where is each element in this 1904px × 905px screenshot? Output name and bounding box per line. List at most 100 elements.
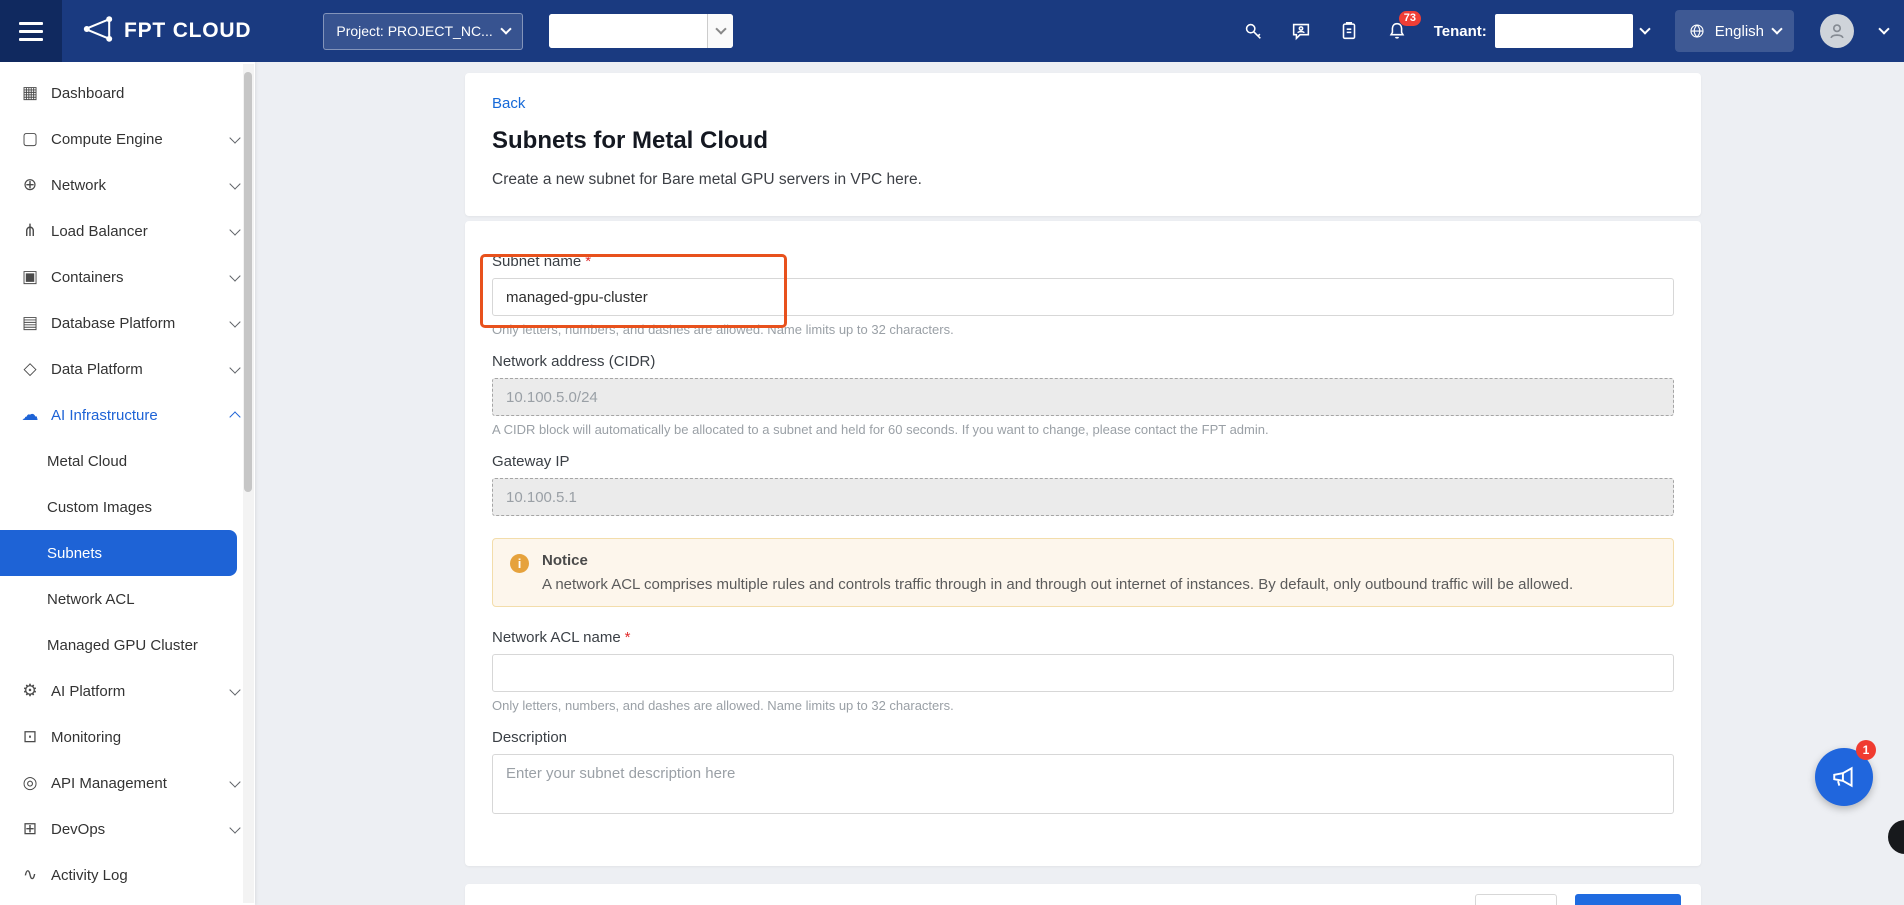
sidebar-item-network-acl[interactable]: Network ACL xyxy=(0,576,255,622)
sidebar-item-label: AI Infrastructure xyxy=(51,407,158,424)
secondary-selector xyxy=(549,14,733,48)
sidebar-scrollbar-thumb[interactable] xyxy=(244,72,252,492)
chevron-down-icon xyxy=(231,781,239,786)
fpt-cloud-logo-icon xyxy=(82,15,114,48)
required-marker: * xyxy=(585,253,591,270)
sidebar-item-label: Containers xyxy=(51,269,124,286)
sidebar-item-label: Network xyxy=(51,177,106,194)
megaphone-icon xyxy=(1831,764,1857,790)
support-chat-button[interactable] xyxy=(1290,20,1312,42)
project-selector[interactable]: Project: PROJECT_NC... xyxy=(323,13,523,50)
network-cidr-label: Network address (CIDR) xyxy=(492,353,655,370)
sidebar-item-metal-cloud[interactable]: Metal Cloud xyxy=(0,438,255,484)
sidebar-item-containers[interactable]: ▣Containers xyxy=(0,254,255,300)
sidebar-item-activity-log[interactable]: ∿Activity Log xyxy=(0,852,255,898)
back-link[interactable]: Back xyxy=(492,95,525,112)
sidebar-item-compute-engine[interactable]: ▢ Compute Engine xyxy=(0,116,255,162)
sidebar-item-label: Database Platform xyxy=(51,315,175,332)
sidebar-item-label: DevOps xyxy=(51,821,105,838)
sidebar-item-ai-infrastructure[interactable]: ☁AI Infrastructure xyxy=(0,392,255,438)
chevron-down-icon xyxy=(231,827,239,832)
sidebar-menu: ▦Dashboard ▢ Compute Engine ⊕Network⋔Load B… xyxy=(0,62,255,898)
language-selector[interactable]: English xyxy=(1675,10,1794,52)
network-cidr-helper: A CIDR block will automatically be alloc… xyxy=(492,422,1674,437)
logo-text: FPT CLOUD xyxy=(124,19,251,43)
subnet-name-helper: Only letters, numbers, and dashes are al… xyxy=(492,322,1674,337)
chevron-down-icon xyxy=(231,275,239,280)
sidebar-scrollbar-track xyxy=(243,64,254,903)
user-avatar[interactable] xyxy=(1820,14,1854,48)
database-platform-icon: ▤ xyxy=(19,313,41,333)
sidebar-item-monitoring[interactable]: ⊡Monitoring xyxy=(0,714,255,760)
topbar-right: 73 Tenant: English xyxy=(1242,10,1904,52)
sidebar-item-label: Data Platform xyxy=(51,361,143,378)
network-cidr-input xyxy=(492,378,1674,416)
dashboard-icon: ▦ xyxy=(19,83,41,103)
sidebar-item-api-management[interactable]: ◎API Management xyxy=(0,760,255,806)
sidebar-item-label: Compute Engine xyxy=(51,131,163,148)
subnet-name-label-row: Subnet name* xyxy=(492,253,1674,270)
sidebar-item-custom-images[interactable]: Custom Images xyxy=(0,484,255,530)
subnet-name-field: Subnet name* Only letters, numbers, and … xyxy=(492,253,1674,337)
sidebar-item-data-platform[interactable]: ◇Data Platform xyxy=(0,346,255,392)
chevron-down-icon xyxy=(231,689,239,694)
docs-button[interactable] xyxy=(1338,20,1360,42)
cancel-button[interactable] xyxy=(1475,894,1557,905)
tenant-input[interactable] xyxy=(1495,14,1633,48)
announcements-badge: 1 xyxy=(1856,740,1876,760)
subnet-name-label: Subnet name xyxy=(492,253,581,270)
sidebar-item-label: Monitoring xyxy=(51,729,121,746)
notice-title: Notice xyxy=(542,552,1573,569)
api-management-icon: ◎ xyxy=(19,773,41,793)
gateway-ip-field: Gateway IP xyxy=(492,453,1674,516)
access-key-button[interactable] xyxy=(1242,20,1264,42)
acl-name-label-row: Network ACL name* xyxy=(492,629,1674,646)
chevron-down-icon xyxy=(501,23,512,34)
chevron-down-icon[interactable] xyxy=(1639,23,1650,34)
sidebar-item-label: Metal Cloud xyxy=(47,453,127,470)
sidebar-item-database-platform[interactable]: ▤ Database Platform xyxy=(0,300,255,346)
page-subtitle: Create a new subnet for Bare metal GPU s… xyxy=(492,171,1674,189)
sidebar-item-ai-platform[interactable]: ⚙AI Platform xyxy=(0,668,255,714)
chevron-down-icon xyxy=(231,321,239,326)
info-icon: i xyxy=(510,554,529,573)
tenant-label: Tenant: xyxy=(1434,23,1487,40)
acl-name-helper: Only letters, numbers, and dashes are al… xyxy=(492,698,1674,713)
subnet-form-card: Subnet name* Only letters, numbers, and … xyxy=(465,221,1701,866)
chevron-up-icon xyxy=(231,410,239,421)
notification-badge: 73 xyxy=(1399,11,1421,26)
required-marker: * xyxy=(625,629,631,646)
globe-icon xyxy=(1688,22,1706,40)
chevron-down-icon[interactable] xyxy=(1878,23,1889,34)
fpt-cloud-logo[interactable]: FPT CLOUD xyxy=(82,15,251,48)
submit-button[interactable] xyxy=(1575,894,1681,905)
chat-icon xyxy=(1290,20,1312,42)
subnet-name-input[interactable] xyxy=(492,278,1674,316)
compute-engine-icon: ▢ xyxy=(19,129,41,149)
sidebar-item-managed-gpu-cluster[interactable]: Managed GPU Cluster xyxy=(0,622,255,668)
sidebar-item-devops[interactable]: ⊞ DevOps xyxy=(0,806,255,852)
chevron-down-icon xyxy=(231,137,239,142)
main-content: Back Subnets for Metal Cloud Create a ne… xyxy=(255,62,1904,905)
notice-text: A network ACL comprises multiple rules a… xyxy=(542,576,1573,593)
secondary-selector-input[interactable] xyxy=(549,14,707,48)
description-textarea[interactable] xyxy=(492,754,1674,814)
sidebar-item-load-balancer[interactable]: ⋔Load Balancer xyxy=(0,208,255,254)
notifications-button[interactable]: 73 xyxy=(1386,20,1408,42)
description-label: Description xyxy=(492,729,567,746)
person-icon xyxy=(1826,20,1848,42)
topbar: FPT CLOUD Project: PROJECT_NC... xyxy=(0,0,1904,62)
ai-platform-icon: ⚙ xyxy=(19,681,41,701)
chevron-down-icon xyxy=(1771,23,1782,34)
sidebar-item-dashboard[interactable]: ▦Dashboard xyxy=(0,70,255,116)
devops-icon: ⊞ xyxy=(19,819,41,839)
sidebar-item-subnets[interactable]: Subnets xyxy=(0,530,237,576)
clipboard-icon xyxy=(1338,20,1360,42)
key-icon xyxy=(1242,20,1264,42)
secondary-selector-dropdown-button[interactable] xyxy=(707,14,733,48)
sidebar-item-network[interactable]: ⊕Network xyxy=(0,162,255,208)
tenant-selector: Tenant: xyxy=(1434,14,1649,48)
network-cidr-label-row: Network address (CIDR) xyxy=(492,353,1674,370)
acl-name-input[interactable] xyxy=(492,654,1674,692)
hamburger-menu-button[interactable] xyxy=(0,0,62,62)
